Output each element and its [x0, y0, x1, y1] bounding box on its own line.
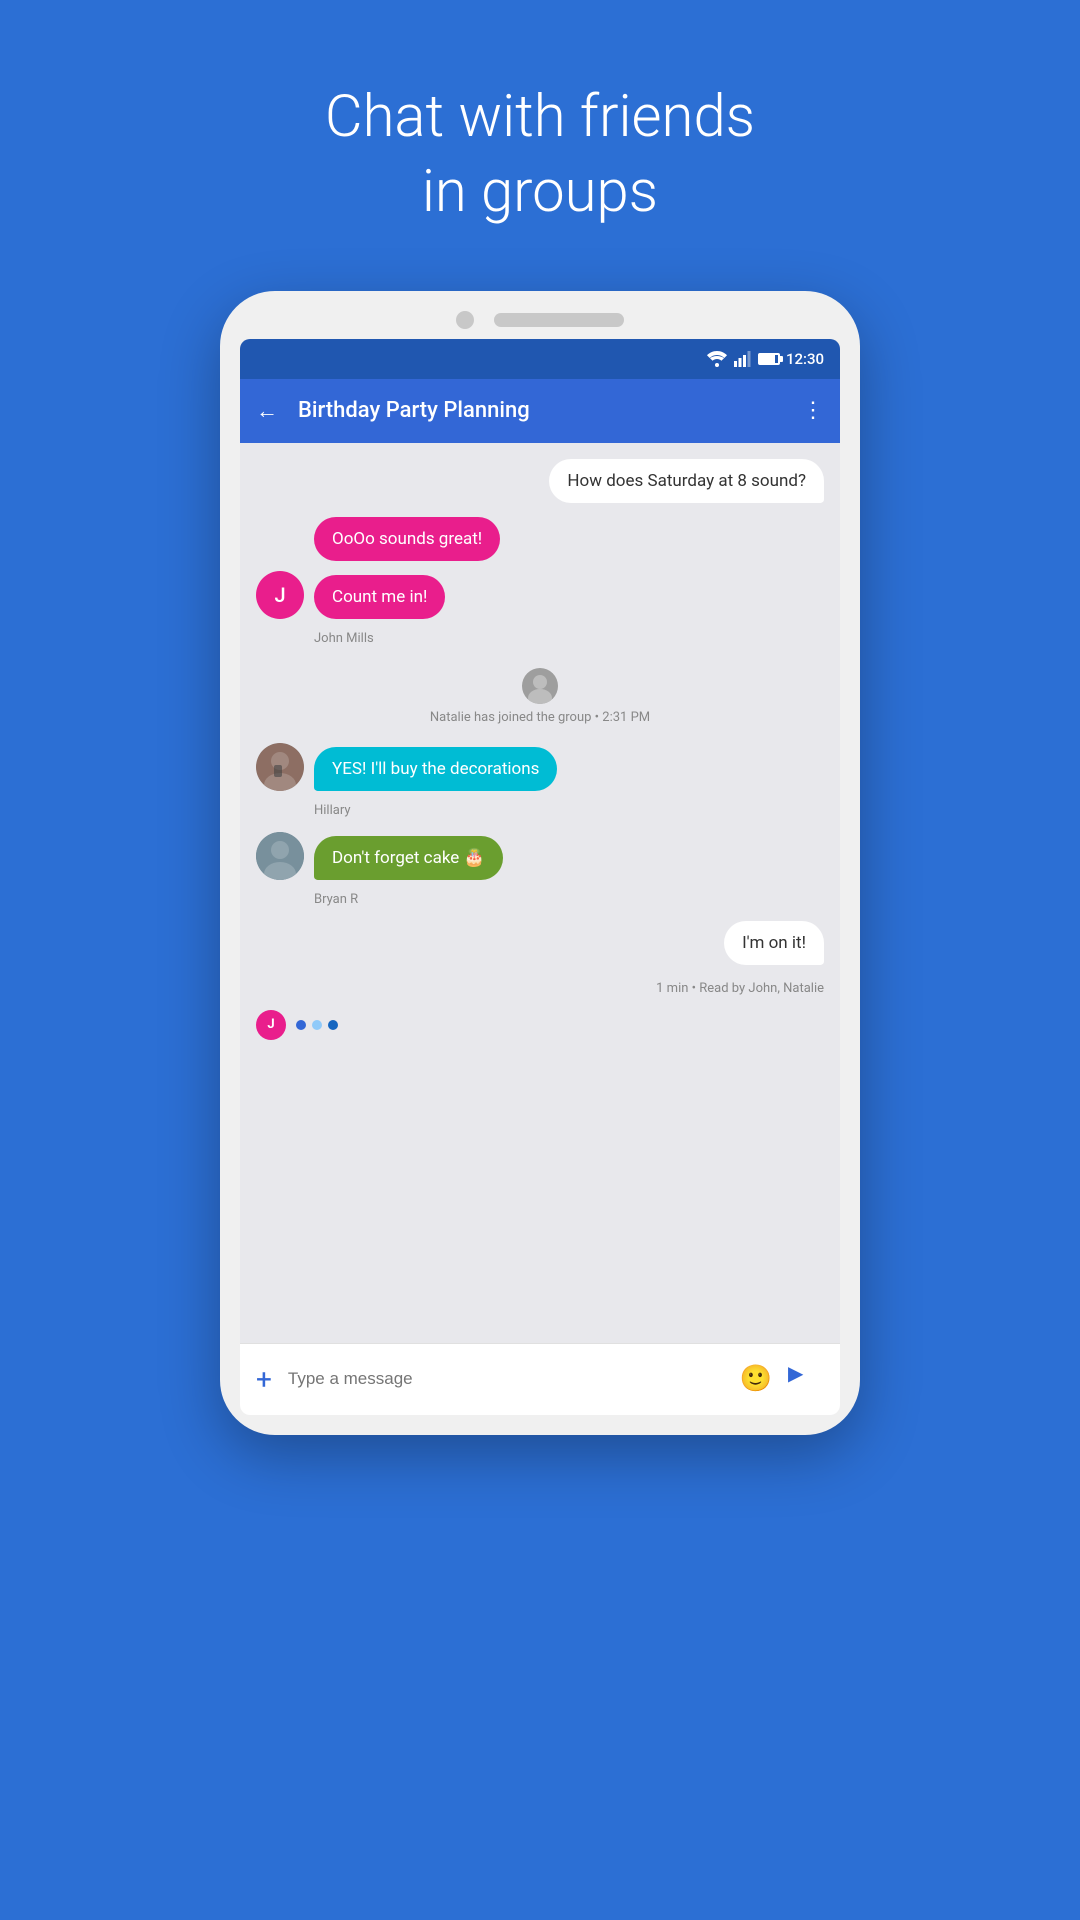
- message-group: OoOo sounds great! J Count me in! John M…: [256, 517, 824, 646]
- hillary-avatar-icon: [256, 743, 304, 791]
- sender-name: Bryan R: [314, 892, 824, 907]
- user-avatar-hillary: [256, 743, 304, 791]
- message-row: YES! I'll buy the decorations: [256, 743, 824, 791]
- status-bar: 12:30: [240, 339, 840, 379]
- message-group: YES! I'll buy the decorations Hillary: [256, 743, 824, 818]
- user-avatar-bryan: [256, 832, 304, 880]
- emoji-button[interactable]: 🙂: [740, 1364, 772, 1394]
- attach-button[interactable]: +: [256, 1363, 272, 1396]
- natalie-avatar-icon: [522, 668, 558, 704]
- wifi-icon: [706, 351, 728, 367]
- typing-dots: [296, 1020, 338, 1030]
- message-input[interactable]: [288, 1369, 724, 1389]
- phone-top-bar: [240, 311, 840, 329]
- chat-bubble: Count me in!: [314, 575, 445, 619]
- message-row: I'm on it!: [256, 921, 824, 965]
- message-group: Don't forget cake 🎂 Bryan R: [256, 832, 824, 907]
- message-text: I'm on it!: [742, 933, 806, 953]
- chat-bubble: OoOo sounds great!: [314, 517, 500, 561]
- typing-dot-2: [312, 1020, 322, 1030]
- input-bar: + 🙂 ▶: [240, 1343, 840, 1415]
- avatar-initial: J: [274, 583, 285, 607]
- system-avatar: [522, 668, 558, 704]
- send-button[interactable]: ▶: [788, 1361, 824, 1397]
- sender-name: John Mills: [314, 631, 824, 646]
- message-text: YES! I'll buy the decorations: [332, 759, 539, 779]
- message-row: Don't forget cake 🎂: [256, 832, 824, 880]
- system-message: Natalie has joined the group • 2:31 PM: [256, 668, 824, 725]
- typing-dot-3: [328, 1020, 338, 1030]
- typing-avatar-initial: J: [267, 1017, 274, 1032]
- message-text: Don't forget cake 🎂: [332, 848, 485, 868]
- page-headline: Chat with friends in groups: [325, 80, 755, 231]
- app-bar: ← Birthday Party Planning ⋮: [240, 379, 840, 443]
- message-text: How does Saturday at 8 sound?: [567, 471, 806, 491]
- app-bar-title: Birthday Party Planning: [298, 398, 782, 423]
- phone-frame: 12:30 ← Birthday Party Planning ⋮ How do…: [220, 291, 860, 1435]
- battery-icon: [758, 353, 780, 365]
- phone-screen: 12:30 ← Birthday Party Planning ⋮ How do…: [240, 339, 840, 1415]
- chat-bubble: How does Saturday at 8 sound?: [549, 459, 824, 503]
- typing-dot-1: [296, 1020, 306, 1030]
- sender-name: Hillary: [314, 803, 824, 818]
- signal-icon: [734, 351, 752, 367]
- message-row: How does Saturday at 8 sound?: [256, 459, 824, 503]
- chat-bubble: Don't forget cake 🎂: [314, 836, 503, 880]
- user-avatar-john: J: [256, 571, 304, 619]
- system-text: Natalie has joined the group • 2:31 PM: [430, 710, 650, 725]
- phone-camera: [456, 311, 474, 329]
- message-row: J Count me in!: [256, 571, 824, 619]
- more-options-button[interactable]: ⋮: [802, 398, 824, 423]
- message-text: Count me in!: [332, 587, 427, 607]
- chat-bubble: I'm on it!: [724, 921, 824, 965]
- read-receipt: 1 min • Read by John, Natalie: [256, 981, 824, 996]
- message-text: OoOo sounds great!: [332, 529, 482, 549]
- typing-indicator: J: [256, 1010, 824, 1040]
- phone-speaker: [494, 313, 624, 327]
- headline-line1: Chat with friends: [325, 83, 755, 151]
- bryan-avatar-icon: [256, 832, 304, 880]
- back-button[interactable]: ←: [256, 398, 278, 424]
- message-row: OoOo sounds great!: [256, 517, 824, 561]
- chat-area: How does Saturday at 8 sound? OoOo sound…: [240, 443, 840, 1343]
- status-time: 12:30: [786, 350, 824, 368]
- typing-avatar: J: [256, 1010, 286, 1040]
- chat-bubble: YES! I'll buy the decorations: [314, 747, 557, 791]
- status-icons: 12:30: [706, 350, 824, 368]
- headline-line2: in groups: [422, 158, 658, 226]
